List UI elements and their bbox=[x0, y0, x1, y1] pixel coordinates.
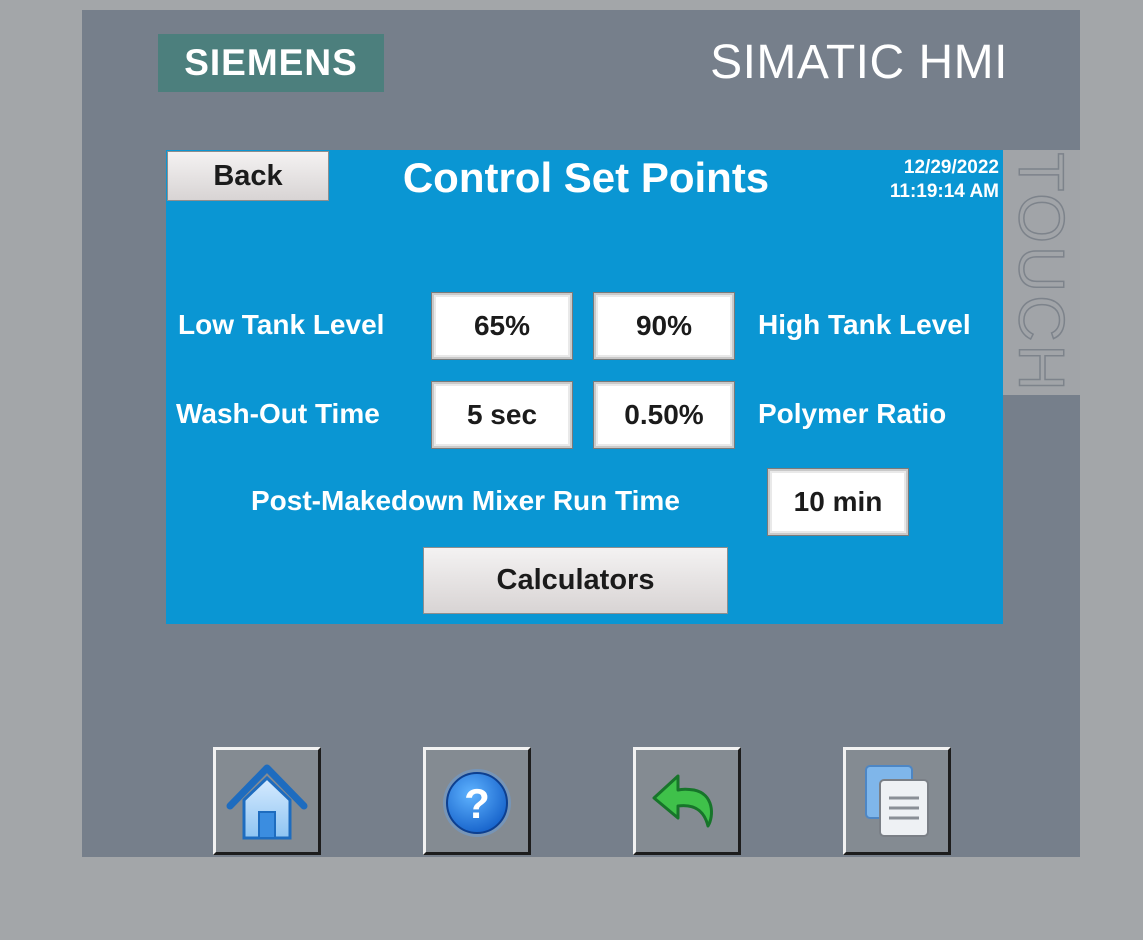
home-icon bbox=[226, 764, 308, 840]
help-icon: ? bbox=[443, 769, 511, 837]
wash-out-time-field[interactable]: 5 sec bbox=[432, 382, 572, 448]
siemens-logo: SIEMENS bbox=[158, 34, 384, 92]
touch-label-text: TOUCH bbox=[1005, 151, 1079, 394]
polymer-ratio-field[interactable]: 0.50% bbox=[594, 382, 734, 448]
screens-button[interactable] bbox=[843, 747, 951, 855]
svg-text:?: ? bbox=[464, 780, 490, 827]
calculators-button[interactable]: Calculators bbox=[423, 547, 728, 614]
polymer-ratio-label: Polymer Ratio bbox=[758, 398, 947, 429]
high-tank-level-label: High Tank Level bbox=[758, 309, 971, 340]
return-button[interactable] bbox=[633, 747, 741, 855]
home-button[interactable] bbox=[213, 747, 321, 855]
low-tank-level-field[interactable]: 65% bbox=[432, 293, 572, 359]
screens-icon bbox=[865, 765, 929, 837]
help-button[interactable]: ? bbox=[423, 747, 531, 855]
touch-label: TOUCH bbox=[1003, 150, 1080, 395]
date-time-display: 12/29/2022 11:19:14 AM bbox=[890, 156, 999, 204]
brand-name: SIEMENS bbox=[184, 42, 358, 83]
high-tank-level-field[interactable]: 90% bbox=[594, 293, 734, 359]
page-title: Control Set Points bbox=[402, 154, 770, 201]
mixer-run-time-field[interactable]: 10 min bbox=[768, 469, 908, 535]
low-tank-level-label: Low Tank Level bbox=[178, 309, 385, 340]
date-display: 12/29/2022 bbox=[903, 157, 999, 178]
wash-out-time-label: Wash-Out Time bbox=[176, 398, 380, 429]
back-button[interactable]: Back bbox=[167, 151, 329, 201]
hmi-screen: Back Control Set Points 12/29/2022 11:19… bbox=[166, 150, 1003, 624]
time-display: 11:19:14 AM bbox=[889, 181, 999, 202]
mixer-run-time-label: Post-Makedown Mixer Run Time bbox=[251, 485, 680, 516]
return-arrow-icon bbox=[652, 774, 713, 828]
product-name: SIMATIC HMI bbox=[710, 36, 1008, 89]
